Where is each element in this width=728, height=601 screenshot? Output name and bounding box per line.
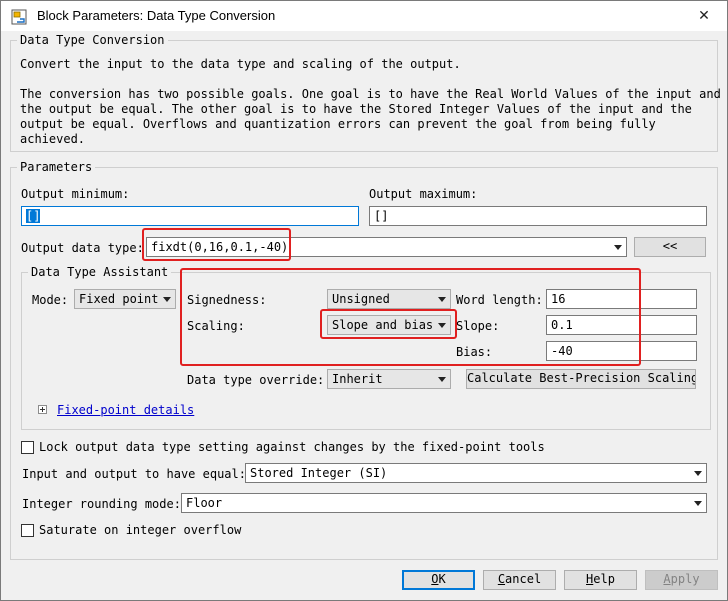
saturate-checkbox[interactable] bbox=[21, 524, 34, 537]
description-line-5: output be equal. Overflows and quantizat… bbox=[20, 117, 656, 131]
cancel-button[interactable]: Cancel bbox=[483, 570, 556, 590]
chevron-down-icon bbox=[614, 245, 622, 250]
rounding-label: Integer rounding mode: bbox=[22, 497, 181, 511]
output-maximum-input[interactable]: [] bbox=[369, 206, 707, 226]
parameters-group-label: Parameters bbox=[17, 160, 96, 174]
dialog-window: Block Parameters: Data Type Conversion ✕… bbox=[0, 0, 728, 601]
lock-data-type-checkbox[interactable] bbox=[21, 441, 34, 454]
assistant-group-label: Data Type Assistant bbox=[28, 265, 172, 279]
equal-label: Input and output to have equal: bbox=[22, 467, 246, 481]
override-label: Data type override: bbox=[187, 373, 325, 387]
description-line-4: the output be equal. The other goal is t… bbox=[20, 102, 692, 116]
simulink-block-icon bbox=[11, 9, 27, 25]
description-line-6: achieved. bbox=[20, 132, 86, 146]
scaling-parameters-highlight bbox=[180, 268, 641, 366]
chevron-down-icon bbox=[694, 501, 702, 506]
mode-dropdown[interactable]: Fixed point bbox=[74, 289, 176, 309]
data-type-highlight bbox=[142, 228, 291, 261]
apply-button[interactable]: Apply bbox=[645, 570, 718, 590]
equal-dropdown[interactable]: Stored Integer (SI) bbox=[245, 463, 707, 483]
calculate-scaling-button[interactable]: Calculate Best-Precision Scaling bbox=[466, 369, 696, 389]
close-icon: ✕ bbox=[698, 8, 710, 24]
ok-button[interactable]: OK bbox=[402, 570, 475, 590]
fixed-point-details-link[interactable]: Fixed-point details bbox=[57, 403, 194, 417]
chevron-down-icon bbox=[163, 297, 171, 302]
chevron-down-icon bbox=[694, 471, 702, 476]
title-bar[interactable]: Block Parameters: Data Type Conversion ✕ bbox=[1, 1, 727, 31]
window-title: Block Parameters: Data Type Conversion bbox=[37, 8, 276, 23]
output-minimum-label: Output minimum: bbox=[21, 187, 130, 201]
chevron-down-icon bbox=[438, 377, 446, 382]
mode-label: Mode: bbox=[32, 293, 69, 307]
hide-assistant-button[interactable]: << bbox=[634, 237, 706, 257]
override-dropdown[interactable]: Inherit bbox=[327, 369, 451, 389]
lock-data-type-label: Lock output data type setting against ch… bbox=[39, 440, 545, 454]
close-button[interactable]: ✕ bbox=[689, 5, 719, 27]
help-button[interactable]: Help bbox=[564, 570, 637, 590]
expand-icon[interactable] bbox=[38, 405, 47, 414]
output-minimum-input[interactable]: [] bbox=[21, 206, 359, 226]
output-maximum-label: Output maximum: bbox=[369, 187, 478, 201]
output-data-type-label: Output data type: bbox=[21, 241, 144, 255]
description-line-3: The conversion has two possible goals. O… bbox=[20, 87, 721, 101]
saturate-label: Saturate on integer overflow bbox=[39, 523, 242, 537]
block-group-label: Data Type Conversion bbox=[17, 33, 168, 47]
rounding-dropdown[interactable]: Floor bbox=[181, 493, 707, 513]
description-line-1: Convert the input to the data type and s… bbox=[20, 57, 461, 71]
